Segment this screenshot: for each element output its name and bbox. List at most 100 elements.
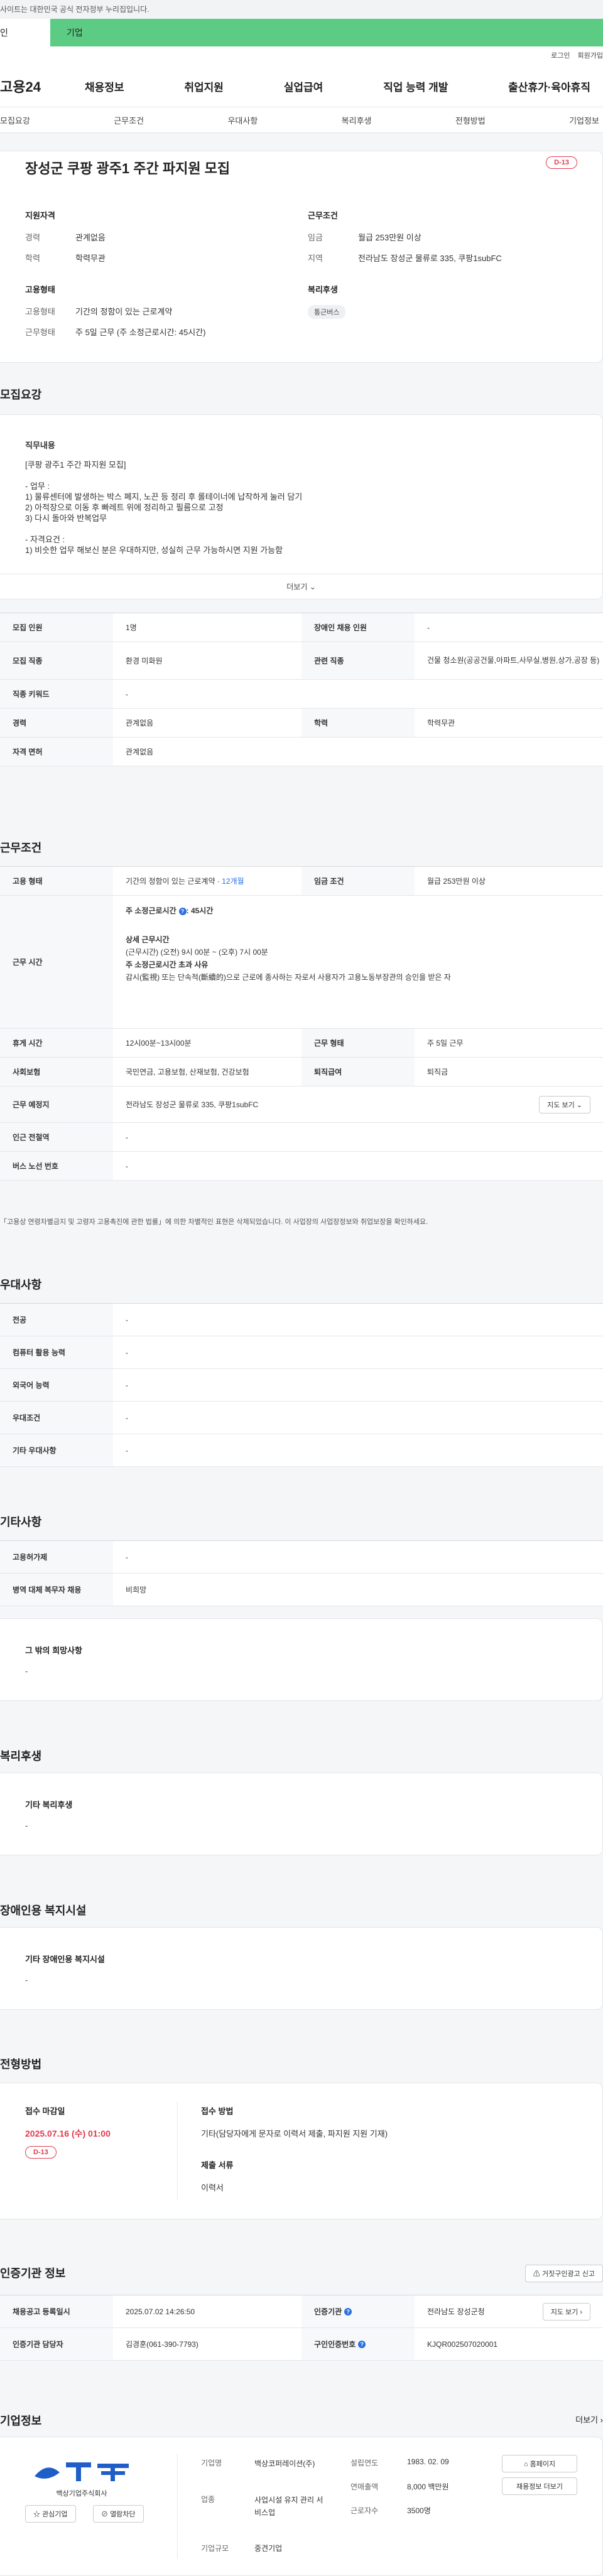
- subnav-conditions[interactable]: 근무조건: [114, 114, 144, 126]
- map-button[interactable]: 지도 보기 ⌄: [539, 1095, 590, 1114]
- value: 주 5일 근무 (주 소정근로시간: 45시간): [75, 328, 206, 337]
- weekly-hours-label: 주 소정근로시간: [126, 906, 177, 915]
- desc-line: [쿠팡 광주1 주간 파지원 모집]: [25, 460, 126, 470]
- block-company-button[interactable]: ⊘ 열람차단: [93, 2505, 144, 2523]
- td: 전라남도 장성군청 지도 보기 ›: [415, 2295, 603, 2327]
- conditions-group: 근무조건 임금 월급 253만원 이상 지역 전라남도 장성군 물류로 335, 쿠…: [308, 209, 502, 272]
- divider: [177, 2454, 178, 2559]
- subnav-recruit[interactable]: 모집요강: [0, 114, 30, 126]
- th: 구인인증번호?: [302, 2328, 415, 2360]
- selection-section-title: 전형방법: [0, 2058, 42, 2071]
- company-jobs-label: 채용정보 더보기: [516, 2483, 563, 2491]
- etc-wish-card: 그 밖의 희망사항 -: [0, 1618, 603, 1701]
- tab-company[interactable]: 기업: [50, 19, 603, 46]
- method-title: 접수 방법: [201, 2106, 234, 2116]
- company-jobs-button[interactable]: 채용정보 더보기: [502, 2477, 577, 2495]
- label: 업종: [201, 2495, 215, 2504]
- label: 근로자수: [350, 2506, 379, 2515]
- qualification-group: 지원자격 경력 관계없음 학력 학력무관: [25, 209, 106, 272]
- table-row: 채용공고 등록일시 2025.07.02 14:26:50 인증기관? 전라남도 …: [0, 2295, 603, 2328]
- weekly-hours-value: : 45시간: [186, 906, 214, 915]
- td: -: [126, 1161, 128, 1171]
- th: 외국어 능력: [0, 1369, 113, 1401]
- info-icon[interactable]: ?: [344, 2307, 352, 2316]
- chevron-right-icon: ›: [600, 2415, 603, 2425]
- chevron-right-icon: ›: [580, 2308, 582, 2316]
- etc-table: 고용허가제 - 병역 대체 복무자 채용 비희망: [0, 1540, 603, 1606]
- tab-individual[interactable]: 인: [0, 19, 50, 46]
- table-row: 근무 예정지 전라남도 장성군 물류로 335, 쿠팡1subFC 지도 보기 ⌄: [0, 1087, 603, 1123]
- value: 학력무관: [75, 254, 106, 263]
- welfare-group: 복리후생 통근버스: [308, 283, 346, 319]
- td: 2025.07.02 14:26:50: [126, 2307, 195, 2316]
- desc-line: 3) 다시 돌아와 반복업무: [25, 513, 107, 523]
- table-row: 인증기관 담당자 김경훈(061-390-7793) 구인인증번호? KJQR00…: [0, 2328, 603, 2361]
- subnav-prefer[interactable]: 우대사항: [227, 114, 258, 126]
- td: -: [126, 1348, 128, 1357]
- td: -: [126, 1413, 128, 1422]
- disabled-section-title: 장애인용 복지시설: [0, 1904, 87, 1917]
- welfare-card-title: 기타 복리후생: [25, 1800, 73, 1810]
- subnav-selection[interactable]: 전형방법: [455, 114, 486, 126]
- deadline-title: 접수 마감일: [25, 2106, 65, 2116]
- docs-title: 제출 서류: [201, 2160, 234, 2170]
- td: 주 5일 근무: [427, 1039, 464, 1048]
- th: 임금 조건: [302, 867, 415, 895]
- td: -: [126, 689, 128, 699]
- subnav-welfare[interactable]: 복리후생: [342, 114, 372, 126]
- qualification-heading: 지원자격: [25, 211, 55, 220]
- weekly-hours-row: 주 소정근로시간?: 45시간: [126, 904, 603, 917]
- td: 12시00분~13시00분: [126, 1039, 192, 1048]
- age-discrimination-note: 「고용상 연령차별금지 및 고령자 고용촉진에 관한 법률」에 의한 차별적인 …: [0, 1218, 428, 1226]
- gnb-item-jobs[interactable]: 채용정보: [85, 78, 124, 94]
- welfare-badge: 통근버스: [308, 305, 346, 319]
- gnb-item-parental-leave[interactable]: 출산휴가·육아휴직: [508, 78, 590, 94]
- th: 근무 시간: [0, 896, 113, 1028]
- signup-link[interactable]: 회원가입: [578, 52, 603, 60]
- table-row: 사회보험 국민연금, 고용보험, 산재보험, 건강보험 퇴직급여 퇴직금: [0, 1058, 603, 1087]
- info-icon[interactable]: ?: [358, 2340, 366, 2348]
- label: 고용형태: [25, 307, 55, 316]
- td: 월급 253만원 이상: [427, 877, 486, 886]
- gnb-item-unemployment-benefit[interactable]: 실업급여: [284, 78, 323, 94]
- recruit-section-title: 모집요강: [0, 389, 42, 401]
- interest-company-button[interactable]: ☆ 관심기업: [25, 2505, 76, 2523]
- value: 월급 253만원 이상: [358, 233, 421, 242]
- gnb-item-skills[interactable]: 직업 능력 개발: [383, 78, 448, 94]
- selection-dday-badge: D-13: [25, 2146, 57, 2159]
- cert-no-label: 구인인증번호: [314, 2340, 356, 2349]
- gov-notice-text: 사이트는 대한민국 공식 전자정부 누리집입니다.: [0, 5, 149, 14]
- info-icon[interactable]: ?: [178, 908, 187, 915]
- label: 학력: [25, 254, 40, 263]
- td: KJQR002507020001: [427, 2339, 498, 2349]
- agency-section-title: 인증기관 정보: [0, 2267, 66, 2280]
- desc-line: 1) 비숫한 업무 해보신 분은 우대하지만, 성실히 근무 가능하시면 지원 …: [25, 545, 283, 555]
- employment-heading: 고용형태: [25, 285, 55, 294]
- subnav-company[interactable]: 기업정보: [569, 114, 599, 126]
- etc-wish-value: -: [25, 1666, 28, 1676]
- agency-map-label: 지도 보기: [550, 2308, 579, 2316]
- employment-group: 고용형태 고용형태 기간의 정함이 있는 근로계약 근무형태 주 5일 근무 (주 …: [25, 283, 206, 346]
- td: -: [126, 1315, 128, 1324]
- table-row: 경력 관계없음 학력 학력무관: [0, 709, 603, 738]
- homepage-button[interactable]: ⌂ 홈페이지: [502, 2455, 577, 2472]
- block-label: 열람차단: [110, 2511, 136, 2518]
- report-button[interactable]: ⚠ 거짓구인광고 신고: [524, 2265, 603, 2282]
- th: 장애인 채용 인원: [302, 613, 415, 641]
- star-icon: ☆: [33, 2511, 40, 2518]
- company-more-link[interactable]: 더보기 ›: [575, 2413, 603, 2425]
- welfare-heading: 복리후생: [308, 285, 338, 294]
- label: 기업명: [201, 2459, 222, 2467]
- table-row: 자격 면허 관계없음: [0, 738, 603, 766]
- th: 학력: [302, 709, 415, 737]
- emp-type-text: 기간의 정함이 있는 근로계약 ·: [126, 877, 220, 886]
- login-link[interactable]: 로그인: [551, 52, 570, 60]
- site-logo[interactable]: 고용24: [0, 76, 79, 96]
- emp-period: 12개월: [222, 877, 244, 886]
- gnb-item-employment-support[interactable]: 취업지원: [184, 78, 224, 94]
- company-card: 백상기업주식회사 ☆ 관심기업 ⊘ 열람차단 기업명 백상코퍼레이션(주) 업종…: [0, 2437, 603, 2576]
- agency-map-button[interactable]: 지도 보기 ›: [542, 2302, 590, 2321]
- more-button[interactable]: 더보기 ⌄: [0, 574, 602, 599]
- work-place: 전라남도 장성군 물류로 335, 쿠팡1subFC: [126, 1100, 259, 1109]
- chevron-down-icon: ⌄: [576, 1101, 582, 1109]
